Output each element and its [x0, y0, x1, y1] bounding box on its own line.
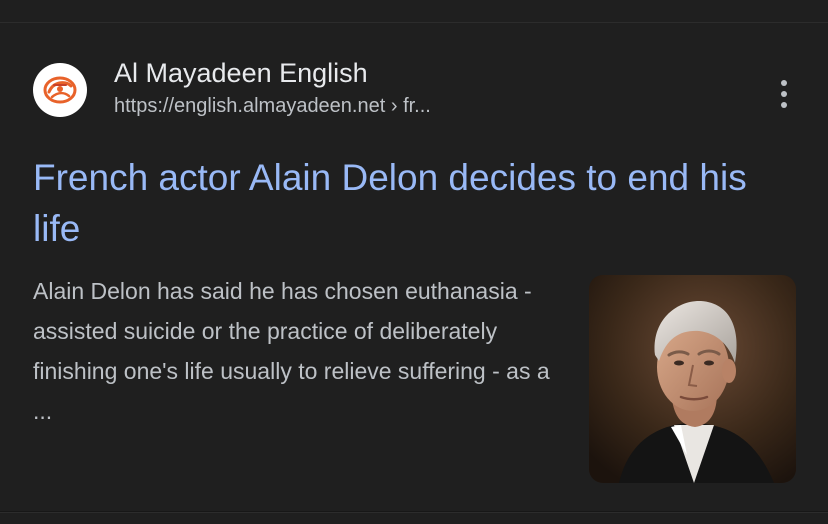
result-snippet: Alain Delon has said he has chosen eutha…: [33, 278, 550, 424]
portrait-photo-icon: [589, 275, 796, 483]
result-thumbnail[interactable]: [589, 275, 796, 483]
more-options-button[interactable]: [770, 78, 798, 110]
al-mayadeen-logo-icon: [43, 76, 77, 104]
previous-result-edge: [0, 0, 828, 23]
search-results-page: Al Mayadeen English https://english.alma…: [0, 0, 828, 524]
result-title-link[interactable]: French actor Alain Delon decides to end …: [33, 152, 793, 254]
more-vertical-icon-dot: [781, 91, 787, 97]
more-vertical-icon: [781, 80, 787, 86]
site-name[interactable]: Al Mayadeen English: [114, 58, 368, 89]
site-url[interactable]: https://english.almayadeen.net › fr...: [114, 95, 431, 118]
site-favicon[interactable]: [33, 63, 87, 117]
next-result-edge: [0, 512, 828, 524]
more-vertical-icon-dot: [781, 102, 787, 108]
